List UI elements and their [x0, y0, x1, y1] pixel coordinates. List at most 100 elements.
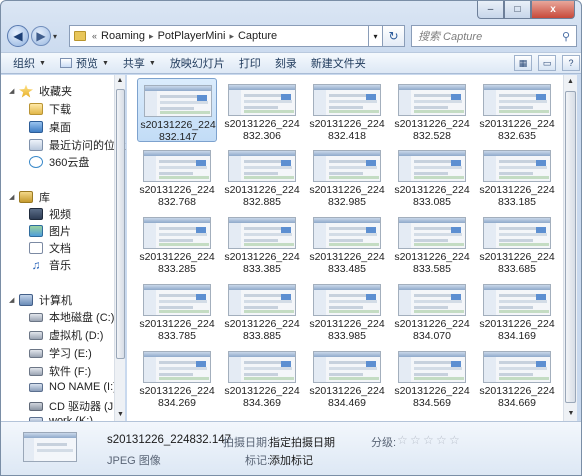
- file-item[interactable]: s20131226_224 833.785: [137, 278, 217, 342]
- collapse-icon[interactable]: ◢: [9, 87, 17, 95]
- recent-pages-dropdown[interactable]: ▾: [53, 32, 65, 41]
- nav-item-pictures[interactable]: 图片: [29, 223, 71, 239]
- nav-item-drive-f[interactable]: 软件 (F:): [29, 363, 91, 379]
- file-item[interactable]: s20131226_224 833.285: [137, 211, 217, 275]
- rating-star-icon[interactable]: ☆: [397, 434, 409, 446]
- file-item[interactable]: s20131226_224 834.569: [392, 345, 472, 409]
- nav-item-drive-c[interactable]: 本地磁盘 (C:): [29, 309, 114, 325]
- close-button[interactable]: x: [531, 1, 575, 19]
- slideshow-button[interactable]: 放映幻灯片: [166, 55, 235, 71]
- file-item[interactable]: s20131226_224 833.885: [222, 278, 302, 342]
- navigation-scrollbar[interactable]: ▲ ▼: [114, 75, 125, 421]
- details-pane: s20131226_224832.147 JPEG 图像 拍摄日期: 指定拍摄日…: [1, 421, 581, 475]
- scroll-up-icon[interactable]: ▲: [115, 75, 125, 87]
- nav-favorites[interactable]: ◢ 收藏夹: [9, 83, 72, 99]
- file-item[interactable]: s20131226_224 832.528: [392, 78, 472, 142]
- file-item[interactable]: s20131226_224 832.768: [137, 144, 217, 208]
- address-dropdown[interactable]: ▾: [369, 25, 383, 47]
- nav-item-label: 视频: [49, 209, 71, 221]
- nav-item-drive-e[interactable]: 学习 (E:): [29, 345, 92, 361]
- rating-star-icon[interactable]: ☆: [436, 434, 448, 446]
- file-item[interactable]: s20131226_224 833.485: [307, 211, 387, 275]
- search-icon[interactable]: ⚲: [562, 30, 570, 43]
- file-item[interactable]: s20131226_224 832.885: [222, 144, 302, 208]
- breadcrumb-capture[interactable]: Capture: [234, 30, 281, 42]
- file-item[interactable]: s20131226_224 832.306: [222, 78, 302, 142]
- file-item[interactable]: s20131226_224 833.085: [392, 144, 472, 208]
- file-item[interactable]: s20131226_224 834.070: [392, 278, 472, 342]
- file-item[interactable]: s20131226_224 834.369: [222, 345, 302, 409]
- nav-item-label: 图片: [49, 226, 71, 238]
- new-folder-button[interactable]: 新建文件夹: [307, 55, 376, 71]
- collapse-icon[interactable]: ◢: [9, 193, 17, 201]
- file-item[interactable]: s20131226_224 833.185: [477, 144, 557, 208]
- nav-libraries[interactable]: ◢ 库: [9, 189, 50, 205]
- maximize-button[interactable]: □: [504, 1, 531, 19]
- scroll-thumb[interactable]: [116, 89, 125, 359]
- preview-pane-icon[interactable]: ▭: [538, 55, 556, 71]
- nav-item-music[interactable]: ♫ 音乐: [29, 257, 72, 273]
- scroll-down-icon[interactable]: ▼: [115, 409, 126, 421]
- date-taken-field[interactable]: 指定拍摄日期: [269, 434, 335, 450]
- scroll-up-icon[interactable]: ▲: [564, 75, 577, 89]
- breadcrumb-potplayermini[interactable]: PotPlayerMini: [154, 30, 230, 42]
- minimize-button[interactable]: –: [477, 1, 504, 19]
- preview-button[interactable]: 预览 ▼: [56, 55, 119, 71]
- file-item[interactable]: s20131226_224 833.585: [392, 211, 472, 275]
- tags-field[interactable]: 添加标记: [269, 452, 313, 468]
- file-item[interactable]: s20131226_224 833.385: [222, 211, 302, 275]
- nav-item-recent[interactable]: 最近访问的位置: [29, 137, 126, 153]
- file-item[interactable]: s20131226_224 834.269: [137, 345, 217, 409]
- image-thumbnail: [313, 84, 381, 116]
- print-button[interactable]: 打印: [235, 55, 271, 71]
- content-scrollbar[interactable]: ▲ ▼: [563, 75, 577, 421]
- view-options-icon[interactable]: ▦: [514, 55, 532, 71]
- file-item[interactable]: s20131226_224 834.669: [477, 345, 557, 409]
- share-button[interactable]: 共享 ▼: [119, 55, 166, 71]
- library-icon: [19, 191, 33, 203]
- command-bar: 组织 ▼ 预览 ▼ 共享 ▼ 放映幻灯片 打印 刻录 新建文件夹 ▦ ▭ ?: [1, 52, 581, 74]
- file-item[interactable]: s20131226_224 833.985: [307, 278, 387, 342]
- organize-button[interactable]: 组织 ▼: [9, 55, 56, 71]
- file-item[interactable]: s20131226_224 832.147: [137, 78, 217, 143]
- rating-stars[interactable]: ☆ ☆ ☆ ☆ ☆: [397, 434, 462, 446]
- nav-item-drive-j[interactable]: CD 驱动器 (J:): [29, 398, 120, 414]
- file-item[interactable]: s20131226_224 832.985: [307, 144, 387, 208]
- desktop-icon: [29, 121, 43, 133]
- nav-item-downloads[interactable]: 下载: [29, 101, 71, 117]
- rating-star-icon[interactable]: ☆: [449, 434, 461, 446]
- scroll-down-icon[interactable]: ▼: [564, 407, 578, 421]
- forward-button[interactable]: ▶: [31, 26, 51, 46]
- file-item[interactable]: s20131226_224 832.635: [477, 78, 557, 142]
- hard-drive-icon: [29, 312, 43, 322]
- refresh-icon[interactable]: ↻: [383, 25, 405, 47]
- burn-button[interactable]: 刻录: [271, 55, 307, 71]
- scroll-thumb[interactable]: [565, 91, 576, 403]
- rating-star-icon[interactable]: ☆: [410, 434, 422, 446]
- nav-item-drive-i[interactable]: NO NAME (I:): [29, 381, 117, 393]
- image-thumbnail: [398, 284, 466, 316]
- address-bar[interactable]: « Roaming ▸ PotPlayerMini ▸ Capture: [69, 25, 369, 47]
- nav-item-360-cloud[interactable]: 360云盘: [29, 154, 89, 170]
- search-input[interactable]: 搜索 Capture ⚲: [411, 25, 577, 47]
- nav-item-documents[interactable]: 文档: [29, 240, 71, 256]
- organize-label: 组织: [13, 58, 35, 70]
- hard-drive-icon: [29, 330, 43, 340]
- help-icon[interactable]: ?: [562, 55, 580, 71]
- rating-star-icon[interactable]: ☆: [423, 434, 435, 446]
- nav-computer[interactable]: ◢ 计算机: [9, 292, 72, 308]
- cd-drive-icon: [29, 401, 43, 411]
- address-row: ◀ ▶ ▾ « Roaming ▸ PotPlayerMini ▸ Captur…: [7, 23, 577, 49]
- nav-item-videos[interactable]: 视频: [29, 206, 71, 222]
- file-item[interactable]: s20131226_224 834.169: [477, 278, 557, 342]
- breadcrumb-roaming[interactable]: Roaming: [97, 30, 149, 42]
- file-item[interactable]: s20131226_224 832.418: [307, 78, 387, 142]
- file-item[interactable]: s20131226_224 833.685: [477, 211, 557, 275]
- pictures-icon: [29, 225, 43, 237]
- search-placeholder: 搜索 Capture: [418, 31, 483, 43]
- file-item[interactable]: s20131226_224 834.469: [307, 345, 387, 409]
- collapse-icon[interactable]: ◢: [9, 296, 17, 304]
- nav-item-desktop[interactable]: 桌面: [29, 119, 71, 135]
- back-button[interactable]: ◀: [7, 25, 29, 47]
- nav-item-drive-d[interactable]: 虚拟机 (D:): [29, 327, 103, 343]
